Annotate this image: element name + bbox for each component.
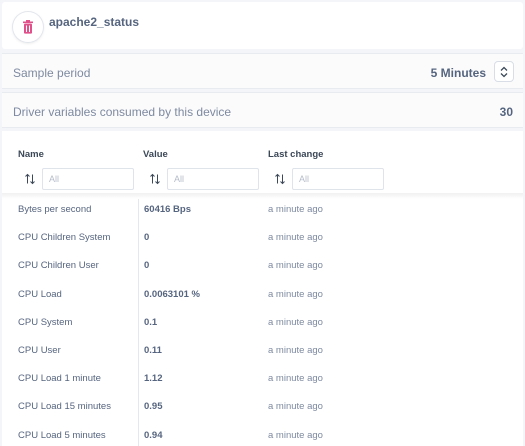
table-row[interactable]: CPU Load 15 minutes 0.95 a minute ago [2, 393, 523, 421]
sort-icon[interactable] [24, 173, 36, 185]
table-row[interactable]: CPU Load 1 minute 1.12 a minute ago [2, 365, 523, 393]
table-row[interactable]: CPU Children User 0 a minute ago [2, 252, 523, 280]
cell-name: CPU Load 15 minutes [18, 401, 111, 412]
up-down-icon [500, 66, 508, 77]
cell-name: CPU System [18, 317, 73, 328]
table-row[interactable]: CPU Load 5 minutes 0.94 a minute ago [2, 422, 523, 446]
name-filter-input[interactable] [42, 168, 134, 190]
cell-value: 1.12 [144, 373, 163, 384]
driver-variables-count: 30 [499, 105, 513, 119]
driver-variables-label: Driver variables consumed by this device [13, 105, 232, 119]
cell-value: 0.0063101 % [144, 289, 200, 300]
sort-icon[interactable] [274, 173, 286, 185]
cell-name: CPU Load 5 minutes [18, 430, 106, 441]
cell-name: CPU User [18, 345, 61, 356]
cell-last-change: a minute ago [268, 289, 323, 300]
table-row[interactable]: CPU Children System 0 a minute ago [2, 224, 523, 252]
cell-name: CPU Children System [18, 232, 111, 243]
cell-name: CPU Load [18, 289, 62, 300]
cell-last-change: a minute ago [268, 373, 323, 384]
cell-name: Bytes per second [18, 204, 92, 215]
device-title: apache2_status [49, 15, 140, 29]
table-row[interactable]: Bytes per second 60416 Bps a minute ago [2, 196, 523, 224]
last-change-filter-input[interactable] [292, 168, 384, 190]
trash-icon[interactable] [13, 12, 43, 42]
cell-value: 0.95 [144, 401, 163, 412]
sample-period-label: Sample period [13, 66, 91, 80]
cell-value: 60416 Bps [144, 204, 192, 215]
table-row[interactable]: CPU User 0.11 a minute ago [2, 337, 523, 365]
cell-last-change: a minute ago [268, 204, 323, 215]
cell-last-change: a minute ago [268, 232, 323, 243]
column-header-name[interactable]: Name [18, 149, 44, 160]
cell-value: 0.94 [144, 430, 163, 441]
device-header: apache2_status [2, 2, 523, 49]
cell-last-change: a minute ago [268, 260, 323, 271]
variables-table: Name Value Last change Bytes per second … [2, 131, 523, 446]
cell-value: 0 [144, 232, 150, 243]
last-change-filter [268, 168, 384, 190]
name-filter [18, 168, 134, 190]
table-row[interactable]: CPU System 0.1 a minute ago [2, 309, 523, 337]
sample-period-row: Sample period 5 Minutes [2, 53, 523, 89]
cell-name: CPU Load 1 minute [18, 373, 101, 384]
table-row[interactable]: CPU Load 0.0063101 % a minute ago [2, 281, 523, 309]
value-filter-input[interactable] [167, 168, 259, 190]
cell-last-change: a minute ago [268, 345, 323, 356]
cell-value: 0.11 [144, 345, 162, 356]
cell-last-change: a minute ago [268, 401, 323, 412]
cell-last-change: a minute ago [268, 430, 323, 441]
cell-value: 0 [144, 260, 150, 271]
driver-variables-row: Driver variables consumed by this device… [2, 92, 523, 128]
column-header-last-change[interactable]: Last change [268, 149, 323, 160]
cell-value: 0.1 [144, 317, 158, 328]
cell-last-change: a minute ago [268, 317, 323, 328]
cell-name: CPU Children User [18, 260, 99, 271]
value-filter [143, 168, 259, 190]
column-header-value[interactable]: Value [143, 149, 168, 160]
sample-period-stepper[interactable] [494, 61, 514, 82]
sort-icon[interactable] [149, 173, 161, 185]
sample-period-value: 5 Minutes [430, 66, 486, 80]
